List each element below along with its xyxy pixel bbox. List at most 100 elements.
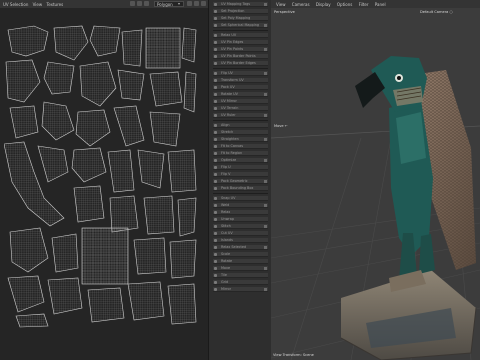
menu-view[interactable]: View bbox=[276, 2, 286, 7]
tool-icon bbox=[214, 138, 217, 141]
uv-tool-icon[interactable] bbox=[144, 1, 149, 6]
uv-tool-item[interactable]: Fit to Region bbox=[213, 151, 268, 156]
uv-tool-item[interactable]: Pack UV bbox=[213, 85, 268, 90]
settings-icon[interactable] bbox=[264, 204, 267, 207]
uv-tool-icon[interactable] bbox=[130, 1, 135, 6]
settings-icon[interactable] bbox=[264, 225, 267, 228]
uv-tool-item[interactable]: Straighten bbox=[213, 137, 268, 142]
uv-tool-item[interactable]: Snap UV bbox=[213, 196, 268, 201]
settings-icon[interactable] bbox=[264, 159, 267, 162]
uv-tool-icon[interactable] bbox=[194, 1, 199, 6]
tool-icon bbox=[214, 260, 217, 263]
uv-tool-item[interactable]: UV Pin Edges bbox=[213, 40, 268, 45]
menu-options[interactable]: Options bbox=[337, 2, 352, 7]
uv-tool-item[interactable]: Fit to Canvas bbox=[213, 144, 268, 149]
settings-icon[interactable] bbox=[264, 138, 267, 141]
uv-tool-item[interactable]: Pack Bounding Box bbox=[213, 186, 268, 191]
settings-icon[interactable] bbox=[264, 3, 267, 6]
uv-tool-item[interactable]: UV Terrain bbox=[213, 106, 268, 111]
3d-viewport[interactable] bbox=[271, 8, 480, 360]
uv-tool-item[interactable]: Set Poly Mapping bbox=[213, 16, 268, 21]
uv-tool-item[interactable]: Flip UV bbox=[213, 71, 268, 76]
uv-tool-item[interactable]: UV Mapping Tags bbox=[213, 2, 268, 7]
uv-tool-item[interactable]: Weld bbox=[213, 203, 268, 208]
uv-tool-item[interactable]: Mirror bbox=[213, 287, 268, 292]
uv-tool-item[interactable]: Rotate bbox=[213, 259, 268, 264]
tool-icon bbox=[214, 72, 217, 75]
uv-tool-item[interactable]: Optimize bbox=[213, 158, 268, 163]
menu-cameras[interactable]: Cameras bbox=[292, 2, 310, 7]
uv-tool-label: Pack UV bbox=[221, 85, 235, 89]
uv-tool-icon[interactable] bbox=[201, 1, 206, 6]
tool-icon bbox=[214, 34, 217, 37]
menu-display[interactable]: Display bbox=[316, 2, 331, 7]
viewport-camera-label[interactable]: Default Camera ○ bbox=[420, 10, 453, 14]
settings-icon[interactable] bbox=[264, 93, 267, 96]
settings-icon[interactable] bbox=[264, 246, 267, 249]
menu-panel[interactable]: Panel bbox=[375, 2, 386, 7]
panel-separator bbox=[213, 30, 268, 31]
uv-tool-item[interactable]: UV Pin Border Points bbox=[213, 54, 268, 59]
tool-icon bbox=[214, 159, 217, 162]
uv-tool-item[interactable]: Rotate UV bbox=[213, 92, 268, 97]
settings-icon[interactable] bbox=[264, 48, 267, 51]
tool-icon bbox=[214, 55, 217, 58]
tool-icon bbox=[214, 274, 217, 277]
uv-tool-item[interactable]: Transform UV bbox=[213, 78, 268, 83]
menu-textures[interactable]: Textures bbox=[46, 2, 63, 7]
menu-uv-selection[interactable]: UV Selection bbox=[3, 2, 28, 7]
uv-tool-item[interactable]: Pack Geometric bbox=[213, 179, 268, 184]
uv-tool-item[interactable]: Unwrap bbox=[213, 217, 268, 222]
uv-tool-item[interactable]: UV Pin Border Edges bbox=[213, 61, 268, 66]
uv-tool-icon[interactable] bbox=[137, 1, 142, 6]
uv-tool-item[interactable]: Relax UV bbox=[213, 33, 268, 38]
settings-icon[interactable] bbox=[264, 288, 267, 291]
uv-tool-item[interactable]: UV Pin Points bbox=[213, 47, 268, 52]
uv-tool-item[interactable]: Align bbox=[213, 123, 268, 128]
uv-tool-item[interactable]: Set Spherical Mapping bbox=[213, 23, 268, 28]
uv-tool-label: UV Pin Border Edges bbox=[221, 61, 256, 65]
menu-filter[interactable]: Filter bbox=[359, 2, 369, 7]
settings-icon[interactable] bbox=[264, 24, 267, 27]
uv-tool-label: Fit to Canvas bbox=[221, 144, 243, 148]
tool-icon bbox=[214, 166, 217, 169]
uv-tool-label: Stretch bbox=[221, 130, 234, 134]
settings-icon[interactable] bbox=[264, 267, 267, 270]
uv-tool-item[interactable]: UV Mirror bbox=[213, 99, 268, 104]
tool-icon bbox=[214, 232, 217, 235]
uv-tool-item[interactable]: Grid bbox=[213, 280, 268, 285]
uv-tool-label: UV Pin Points bbox=[221, 47, 244, 51]
uv-tool-item[interactable]: Tile bbox=[213, 273, 268, 278]
uv-tool-label: Mirror bbox=[221, 287, 231, 291]
uv-tool-label: Move bbox=[221, 266, 231, 270]
uv-tool-label: Optimize bbox=[221, 158, 237, 162]
uv-tool-item[interactable]: Move bbox=[213, 266, 268, 271]
uv-tool-label: Pack Bounding Box bbox=[221, 186, 254, 190]
uv-tool-item[interactable]: UV Ruler bbox=[213, 113, 268, 118]
settings-icon[interactable] bbox=[264, 180, 267, 183]
tool-icon bbox=[214, 124, 217, 127]
uv-tool-item[interactable]: Scale bbox=[213, 252, 268, 257]
uv-tool-item[interactable]: Stitch bbox=[213, 224, 268, 229]
tool-icon bbox=[214, 10, 217, 13]
uv-tool-item[interactable]: Relax bbox=[213, 210, 268, 215]
uv-tool-icon[interactable] bbox=[187, 1, 192, 6]
tool-icon bbox=[214, 180, 217, 183]
chevron-down-icon[interactable]: ▾ bbox=[178, 1, 180, 6]
uv-tool-item[interactable]: Cut UV bbox=[213, 231, 268, 236]
panel-separator bbox=[213, 68, 268, 69]
settings-icon[interactable] bbox=[264, 114, 267, 117]
uv-tool-item[interactable]: Islands bbox=[213, 238, 268, 243]
uv-tool-item[interactable]: Stretch bbox=[213, 130, 268, 135]
uv-tool-label: Straighten bbox=[221, 137, 239, 141]
menu-view[interactable]: View bbox=[33, 2, 43, 7]
tool-icon bbox=[214, 239, 217, 242]
uv-tool-label: Rotate UV bbox=[221, 92, 238, 96]
uv-tool-item[interactable]: Flip U bbox=[213, 165, 268, 170]
uv-tool-label: Grid bbox=[221, 280, 229, 284]
uv-tool-item[interactable]: Set Projection bbox=[213, 9, 268, 14]
settings-icon[interactable] bbox=[264, 72, 267, 75]
uv-tool-item[interactable]: Flip V bbox=[213, 172, 268, 177]
tool-icon bbox=[214, 3, 217, 6]
uv-tool-item[interactable]: Relax Selected bbox=[213, 245, 268, 250]
